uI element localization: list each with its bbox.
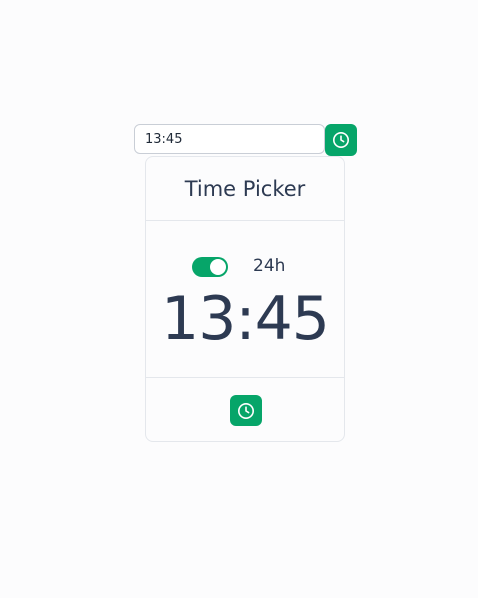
24h-format-toggle[interactable] (192, 257, 228, 277)
time-picker-panel: Time Picker 24h 13:45 (145, 156, 345, 442)
panel-footer (146, 377, 344, 442)
open-time-picker-button[interactable] (325, 124, 357, 156)
24h-format-label: 24h (253, 256, 286, 276)
clock-button[interactable] (230, 395, 262, 426)
time-input[interactable] (134, 124, 325, 154)
clock-icon (332, 131, 350, 149)
panel-title: Time Picker (146, 157, 344, 221)
toggle-knob (210, 259, 226, 275)
time-display: 13:45 (161, 284, 330, 354)
clock-icon (237, 402, 255, 420)
page: Time Picker 24h 13:45 (0, 0, 478, 598)
